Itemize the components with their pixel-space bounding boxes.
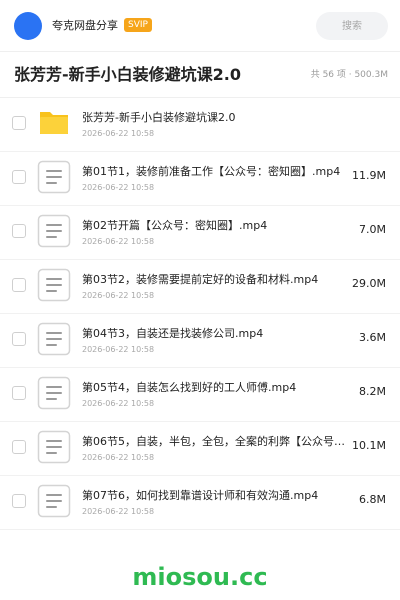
file-list: 张芳芳-新手小白装修避坑课2.0 2026-06-22 10:58 第01节1，装修… — [0, 98, 400, 530]
file-name: 第05节4，自装怎么找到好的工人师傅.mp4 — [82, 381, 297, 394]
file-date: 2026-06-22 10:58 — [82, 183, 155, 192]
row-checkbox[interactable] — [12, 332, 26, 346]
video-file-icon — [37, 484, 71, 518]
file-date: 2026-06-22 10:58 — [82, 345, 155, 354]
file-date: 2026-06-22 10:58 — [82, 291, 155, 300]
row-checkbox[interactable] — [12, 440, 26, 454]
folder-row[interactable]: 张芳芳-新手小白装修避坑课2.0 2026-06-22 10:58 — [0, 98, 400, 152]
row-checkbox[interactable] — [12, 386, 26, 400]
footer-watermark: miosou.cc — [132, 563, 268, 591]
file-name: 第02节开篇【公众号：密知圈】.mp4 — [82, 219, 268, 232]
file-name: 第04节3，自装还是找装修公司.mp4 — [82, 327, 264, 340]
page-title: 张芳芳-新手小白装修避坑课2.0 — [14, 65, 241, 84]
row-checkbox[interactable] — [12, 170, 26, 184]
video-file-icon — [37, 214, 71, 248]
file-size: 3.6M — [359, 331, 386, 344]
video-file-icon — [37, 322, 71, 356]
row-checkbox[interactable] — [12, 278, 26, 292]
file-row[interactable]: 第03节2，装修需要提前定好的设备和材料.mp4 2026-06-22 10:58… — [0, 260, 400, 314]
search-input[interactable] — [316, 12, 388, 40]
file-name: 第06节5，自装，半包，全包，全案的利弊【公众号：… — [82, 435, 354, 448]
file-size: 29.0M — [352, 277, 386, 290]
file-size: 11.9M — [352, 169, 386, 182]
file-date: 2026-06-22 10:58 — [82, 507, 155, 516]
row-checkbox[interactable] — [12, 494, 26, 508]
file-row[interactable]: 第06节5，自装，半包，全包，全案的利弊【公众号：… 2026-06-22 10:… — [0, 422, 400, 476]
file-date: 2026-06-22 10:58 — [82, 237, 155, 246]
row-checkbox[interactable] — [12, 116, 26, 130]
svip-badge: SVIP — [124, 18, 152, 32]
video-file-icon — [37, 268, 71, 302]
file-row[interactable]: 第04节3，自装还是找装修公司.mp4 2026-06-22 10:58 3.6M — [0, 314, 400, 368]
file-size: 6.8M — [359, 493, 386, 506]
folder-title-bar: 张芳芳-新手小白装修避坑课2.0 共 56 项 · 500.3M — [0, 52, 400, 98]
share-header: 夸克网盘分享 SVIP — [0, 0, 400, 52]
file-name: 第07节6，如何找到靠谱设计师和有效沟通.mp4 — [82, 489, 319, 502]
file-size: 7.0M — [359, 223, 386, 236]
folder-summary: 共 56 项 · 500.3M — [310, 70, 388, 80]
video-file-icon — [37, 430, 71, 464]
share-name: 夸克网盘分享 — [52, 19, 118, 32]
video-file-icon — [37, 376, 71, 410]
folder-icon — [37, 106, 71, 140]
row-checkbox[interactable] — [12, 224, 26, 238]
avatar[interactable] — [14, 12, 42, 40]
file-row[interactable]: 第07节6，如何找到靠谱设计师和有效沟通.mp4 2026-06-22 10:58… — [0, 476, 400, 530]
file-row[interactable]: 第05节4，自装怎么找到好的工人师傅.mp4 2026-06-22 10:58 8.… — [0, 368, 400, 422]
file-name: 张芳芳-新手小白装修避坑课2.0 — [82, 111, 236, 124]
file-size: 8.2M — [359, 385, 386, 398]
file-name: 第03节2，装修需要提前定好的设备和材料.mp4 — [82, 273, 319, 286]
file-size: 10.1M — [352, 439, 386, 452]
file-date: 2026-06-22 10:58 — [82, 453, 155, 462]
file-date: 2026-06-22 10:58 — [82, 129, 155, 138]
file-row[interactable]: 第01节1，装修前准备工作【公众号：密知圈】.mp4 2026-06-22 10:… — [0, 152, 400, 206]
file-name: 第01节1，装修前准备工作【公众号：密知圈】.mp4 — [82, 165, 341, 178]
video-file-icon — [37, 160, 71, 194]
file-row[interactable]: 第02节开篇【公众号：密知圈】.mp4 2026-06-22 10:58 7.0M — [0, 206, 400, 260]
file-date: 2026-06-22 10:58 — [82, 399, 155, 408]
